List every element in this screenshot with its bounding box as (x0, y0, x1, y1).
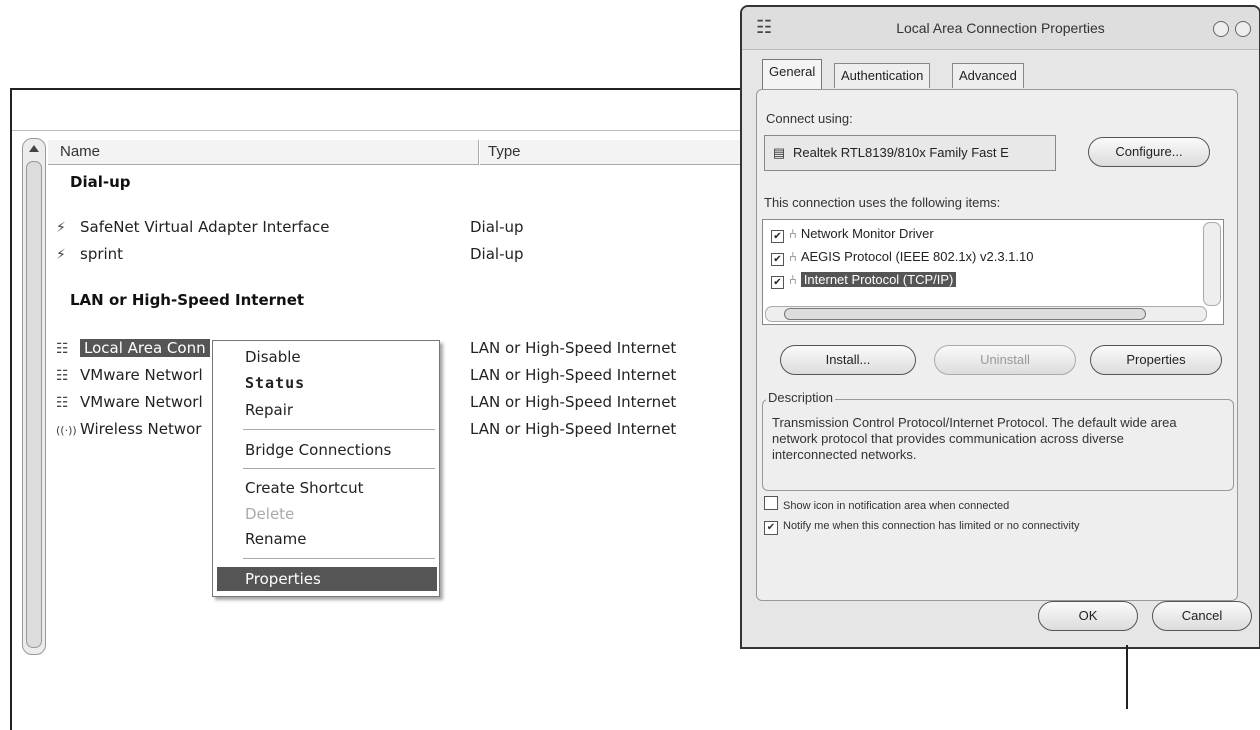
lan-icon: ☷ (56, 341, 69, 357)
vertical-scrollbar[interactable] (22, 138, 46, 655)
tab-authentication[interactable]: Authentication (834, 63, 931, 88)
menu-item-properties-label: Properties (245, 570, 321, 588)
cancel-button[interactable]: Cancel (1152, 601, 1252, 631)
menu-item-properties[interactable]: Properties (217, 567, 437, 591)
item-label: AEGIS Protocol (IEEE 802.1x) v2.3.1.10 (800, 249, 1034, 264)
group-heading-lan: LAN or High-Speed Internet (70, 291, 305, 309)
item-name: VMware Networl (80, 393, 203, 411)
item-name: sprint (80, 245, 124, 263)
scroll-thumb[interactable] (26, 161, 42, 648)
item-label: Internet Protocol (TCP/IP) (800, 272, 957, 287)
dialup-icon: ⚡ (56, 220, 66, 236)
lan-icon: ☷ (56, 368, 69, 384)
menu-item-delete: Delete (245, 505, 295, 523)
protocol-icon: ⑃ (789, 226, 797, 241)
connect-using-label: Connect using: (766, 111, 853, 126)
network-card-icon: ▤ (772, 145, 786, 160)
list-item-selected[interactable]: ✔ ⑃ Internet Protocol (TCP/IP) (771, 272, 957, 289)
leader-line (1126, 645, 1128, 709)
list-horizontal-scrollbar[interactable] (765, 306, 1207, 322)
description-legend: Description (766, 390, 836, 405)
properties-button[interactable]: Properties (1090, 345, 1222, 375)
description-text: Transmission Control Protocol/Internet P… (772, 415, 1177, 462)
item-type: LAN or High-Speed Internet (470, 366, 677, 384)
item-checkbox[interactable]: ✔ (771, 230, 784, 243)
column-header-name[interactable]: Name (48, 140, 479, 165)
menu-separator (243, 429, 435, 430)
dialup-icon: ⚡ (56, 247, 66, 263)
menu-separator (243, 468, 435, 469)
list-item-selected[interactable]: ☷ Local Area Conn (56, 339, 210, 357)
notify-label: Notify me when this connection has limit… (783, 520, 1080, 532)
item-checkbox[interactable]: ✔ (771, 253, 784, 266)
item-checkbox[interactable]: ✔ (771, 276, 784, 289)
scroll-thumb[interactable] (784, 308, 1146, 320)
context-menu: Disable Status Repair Bridge Connections… (212, 340, 440, 597)
properties-dialog: ☷ Local Area Connection Properties Gener… (740, 5, 1260, 649)
notify-checkbox[interactable]: ✔ (764, 521, 778, 535)
dialog-title: Local Area Connection Properties (896, 20, 1105, 36)
menu-item-status[interactable]: Status (245, 374, 305, 392)
protocol-icon: ⑃ (789, 272, 797, 287)
show-icon-checkbox[interactable] (764, 496, 778, 510)
show-icon-label: Show icon in notification area when conn… (783, 500, 1010, 512)
help-button[interactable] (1213, 21, 1229, 37)
list-vertical-scrollbar[interactable] (1203, 222, 1221, 306)
notify-option[interactable]: ✔ Notify me when this connection has limi… (764, 520, 1080, 535)
scroll-up-arrow-icon[interactable] (29, 145, 39, 152)
adapter-field: ▤ Realtek RTL8139/810x Family Fast E (764, 135, 1056, 171)
items-label: This connection uses the following items… (764, 195, 1001, 210)
menu-item-disable[interactable]: Disable (245, 348, 301, 366)
list-item[interactable]: ✔ ⑃ AEGIS Protocol (IEEE 802.1x) v2.3.1.10 (771, 249, 1034, 266)
item-name: Local Area Conn (80, 339, 210, 357)
list-item[interactable]: ⚡ SafeNet Virtual Adapter Interface (56, 218, 330, 236)
group-heading-dialup: Dial-up (70, 173, 131, 191)
install-button[interactable]: Install... (780, 345, 916, 375)
adapter-name: Realtek RTL8139/810x Family Fast E (793, 145, 1009, 160)
list-item[interactable]: ☷ VMware Networl (56, 393, 203, 411)
lan-icon: ☷ (56, 395, 69, 411)
configure-button[interactable]: Configure... (1088, 137, 1210, 167)
item-type: LAN or High-Speed Internet (470, 420, 677, 438)
menu-item-rename[interactable]: Rename (245, 530, 307, 548)
menu-item-bridge-connections[interactable]: Bridge Connections (245, 441, 391, 459)
item-name: Wireless Networ (80, 420, 202, 438)
list-item[interactable]: ((·)) Wireless Networ (56, 420, 201, 438)
list-item[interactable]: ☷ VMware Networl (56, 366, 203, 384)
items-list[interactable]: ✔ ⑃ Network Monitor Driver ✔ ⑃ AEGIS Protoco… (762, 219, 1224, 325)
menu-separator (243, 558, 435, 559)
protocol-icon: ⑃ (789, 249, 797, 264)
menu-item-create-shortcut[interactable]: Create Shortcut (245, 479, 364, 497)
ok-button[interactable]: OK (1038, 601, 1138, 631)
menu-item-repair[interactable]: Repair (245, 401, 293, 419)
item-type: Dial-up (470, 245, 524, 263)
item-type: Dial-up (470, 218, 524, 236)
tab-advanced[interactable]: Advanced (952, 63, 1024, 88)
item-type: LAN or High-Speed Internet (470, 339, 677, 357)
item-name: SafeNet Virtual Adapter Interface (80, 218, 330, 236)
wireless-icon: ((·)) (56, 424, 77, 437)
uninstall-button: Uninstall (934, 345, 1076, 375)
item-type: LAN or High-Speed Internet (470, 393, 677, 411)
list-item[interactable]: ✔ ⑃ Network Monitor Driver (771, 226, 934, 243)
list-item[interactable]: ⚡ sprint (56, 245, 123, 263)
item-label: Network Monitor Driver (800, 226, 934, 241)
show-icon-option[interactable]: Show icon in notification area when conn… (764, 496, 1009, 512)
tab-general[interactable]: General (762, 59, 823, 89)
close-button[interactable] (1235, 21, 1251, 37)
item-name: VMware Networl (80, 366, 203, 384)
title-bar[interactable]: ☷ Local Area Connection Properties (742, 7, 1259, 50)
